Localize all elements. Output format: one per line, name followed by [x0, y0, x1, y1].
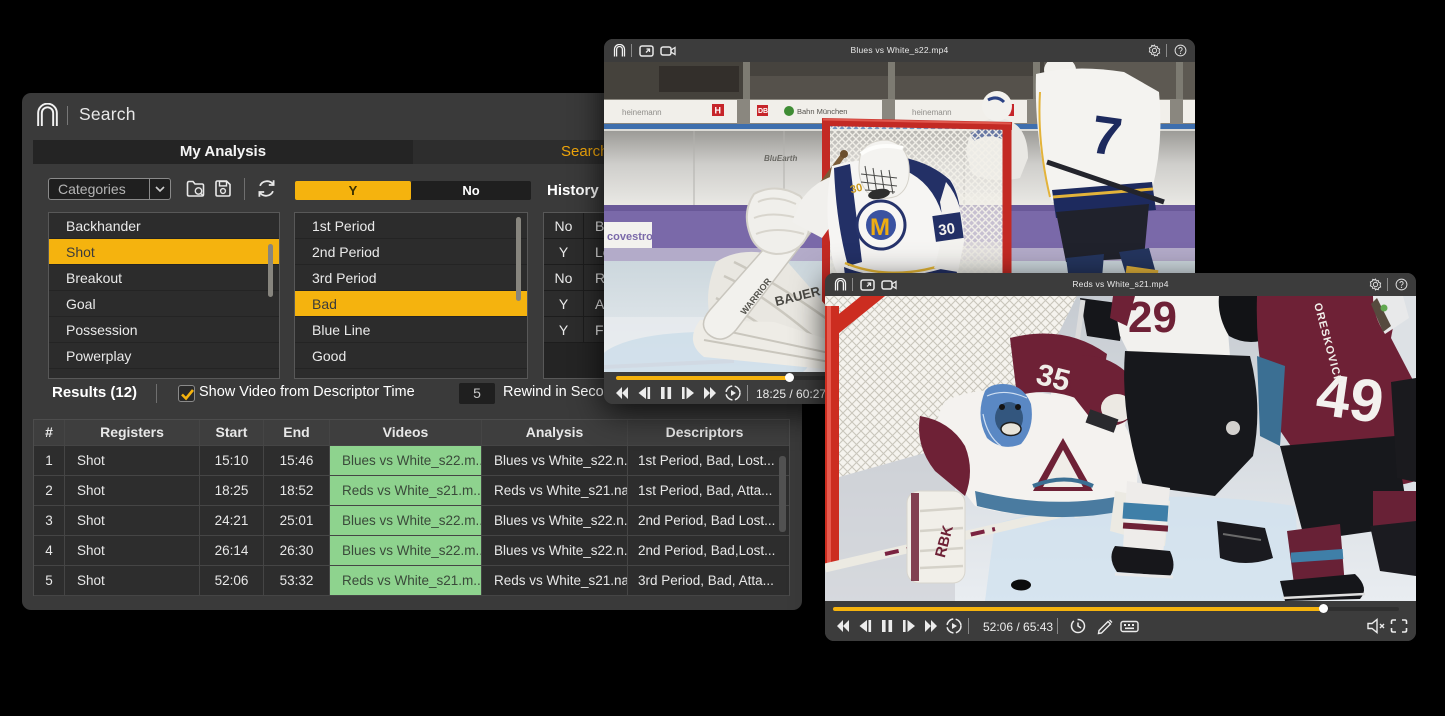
- svg-text:BluEarth: BluEarth: [764, 154, 797, 163]
- svg-text:covestro: covestro: [607, 231, 653, 243]
- svg-text:M: M: [870, 214, 890, 241]
- svg-text:29: 29: [1128, 296, 1177, 342]
- svg-text:heinemann: heinemann: [622, 108, 662, 117]
- svg-text:H: H: [715, 106, 722, 116]
- svg-text:30: 30: [937, 220, 956, 239]
- svg-text:Bahn München: Bahn München: [797, 107, 847, 116]
- svg-text:49: 49: [1312, 360, 1387, 436]
- svg-text:DB: DB: [758, 108, 768, 115]
- svg-text:heinemann: heinemann: [912, 108, 952, 117]
